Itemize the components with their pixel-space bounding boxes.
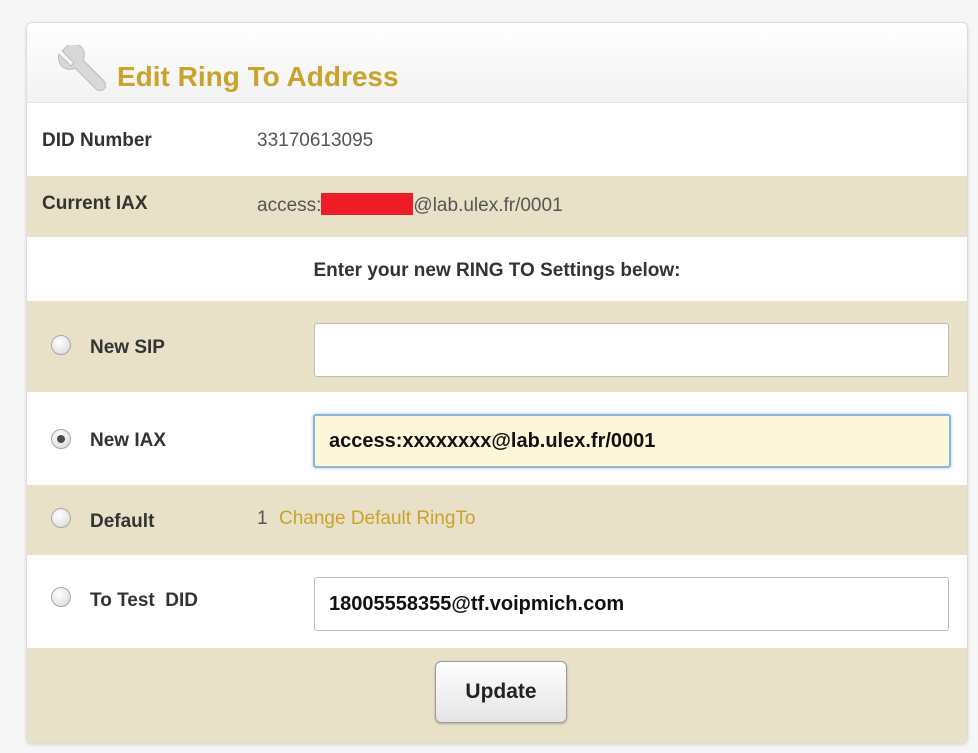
panel-header: Edit Ring To Address — [27, 23, 967, 103]
test-did-row: To Test DID — [27, 555, 967, 648]
default-value: 1 — [257, 508, 268, 529]
new-iax-radio[interactable] — [51, 429, 71, 449]
new-iax-label: New IAX — [90, 430, 167, 451]
new-iax-row: New IAX — [27, 392, 967, 485]
did-number-value: 33170613095 — [257, 130, 374, 151]
page-title: Edit Ring To Address — [117, 61, 399, 92]
did-number-label: DID Number — [42, 130, 152, 151]
test-did-radio[interactable] — [51, 587, 71, 607]
default-radio[interactable] — [51, 508, 71, 528]
instructions-text: Enter your new RING TO Settings below: — [313, 260, 681, 281]
current-iax-prefix: access: — [257, 195, 322, 216]
did-number-row: DID Number 33170613095 — [27, 104, 967, 176]
current-iax-value: access: @lab.ulex.fr/0001 — [257, 193, 563, 217]
new-sip-input[interactable] — [314, 323, 949, 377]
new-iax-input[interactable] — [313, 414, 951, 468]
new-sip-row: New SIP — [27, 301, 967, 392]
default-row: Default 1 Change Default RingTo — [27, 485, 967, 555]
current-iax-label: Current IAX — [42, 193, 148, 214]
default-label: Default — [90, 511, 155, 532]
redaction-box — [321, 193, 414, 215]
current-iax-suffix: @lab.ulex.fr/0001 — [413, 195, 563, 216]
current-iax-row: Current IAX access: @lab.ulex.fr/0001 — [27, 176, 967, 237]
test-did-label: To Test DID — [90, 590, 199, 611]
new-sip-radio[interactable] — [51, 335, 71, 355]
wrench-icon — [57, 45, 106, 91]
update-button[interactable]: Update — [435, 661, 567, 723]
instructions-row: Enter your new RING TO Settings below: — [27, 237, 967, 301]
edit-ring-to-panel: Edit Ring To Address DID Number 33170613… — [26, 22, 968, 744]
test-did-input[interactable] — [314, 577, 949, 631]
change-default-ringto-link[interactable]: Change Default RingTo — [279, 508, 475, 530]
new-sip-label: New SIP — [90, 337, 165, 358]
